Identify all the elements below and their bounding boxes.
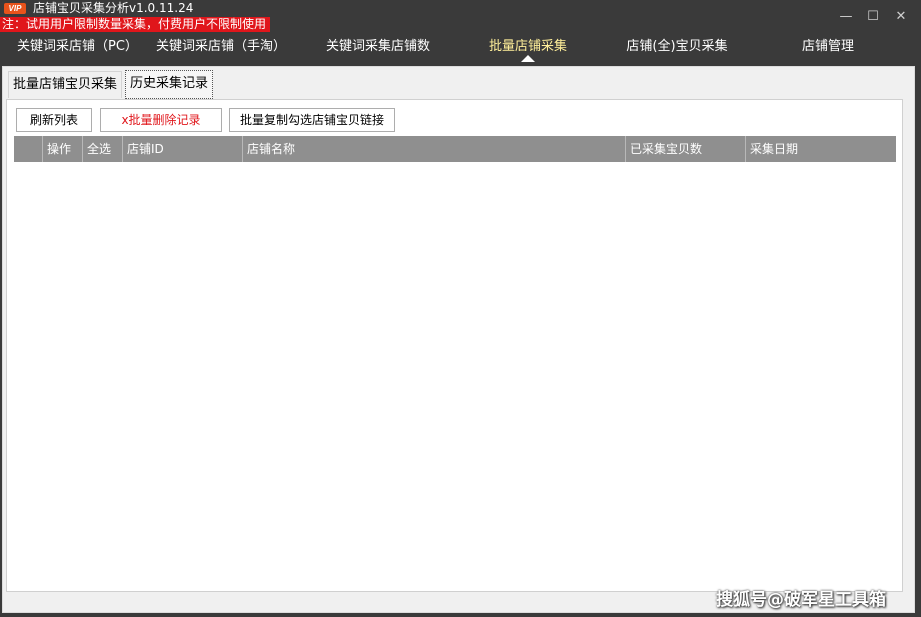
title-bar: VIP 店铺宝贝采集分析v1.0.11.24 注：试用用户限制数量采集，付费用户… bbox=[0, 0, 921, 34]
column-header-action: 操作 bbox=[43, 136, 83, 162]
watermark: 搜狐号@破军星工具箱 bbox=[716, 590, 886, 610]
column-header-indicator bbox=[14, 136, 43, 162]
menu-keyword-shop-mobile[interactable]: 关键词采店铺（手淘） bbox=[156, 38, 286, 62]
column-header-collect-date[interactable]: 采集日期 bbox=[746, 136, 896, 162]
main-menu: 关键词采店铺（PC） 关键词采店铺（手淘） 关键词采集店铺数 批量店铺采集 店铺… bbox=[0, 34, 921, 66]
menu-label: 批量店铺采集 bbox=[488, 39, 567, 54]
select-all-checkbox[interactable]: 全选 bbox=[83, 136, 123, 162]
batch-delete-button[interactable]: x批量删除记录 bbox=[100, 108, 222, 132]
column-header-shop-name[interactable]: 店铺名称 bbox=[243, 136, 626, 162]
column-header-shop-id[interactable]: 店铺ID bbox=[123, 136, 243, 162]
minimize-button[interactable]: — bbox=[838, 9, 854, 25]
menu-shop-all-items[interactable]: 店铺(全)宝贝采集 bbox=[622, 38, 732, 62]
close-button[interactable]: ✕ bbox=[893, 9, 909, 25]
table-body bbox=[14, 162, 896, 590]
maximize-button[interactable]: ☐ bbox=[865, 9, 881, 25]
menu-label: 关键词采店铺（PC） bbox=[17, 39, 138, 54]
copy-links-button[interactable]: 批量复制勾选店铺宝贝链接 bbox=[229, 108, 395, 132]
trial-notice: 注：试用用户限制数量采集，付费用户不限制使用 bbox=[0, 17, 271, 32]
history-panel: 刷新列表 x批量删除记录 批量复制勾选店铺宝贝链接 操作 全选 店铺ID 店铺名… bbox=[6, 99, 903, 592]
menu-keyword-shop-count[interactable]: 关键词采集店铺数 bbox=[323, 38, 433, 62]
menu-label: 店铺管理 bbox=[801, 39, 854, 54]
refresh-button[interactable]: 刷新列表 bbox=[16, 108, 92, 132]
tab-history-records[interactable]: 历史采集记录 bbox=[125, 70, 214, 99]
content-area: 批量店铺宝贝采集 历史采集记录 刷新列表 x批量删除记录 批量复制勾选店铺宝贝链… bbox=[2, 66, 915, 613]
menu-label: 关键词采集店铺数 bbox=[325, 39, 430, 54]
menu-label: 关键词采店铺（手淘） bbox=[156, 39, 287, 54]
active-caret-icon bbox=[521, 55, 535, 62]
menu-batch-shop-collect[interactable]: 批量店铺采集 bbox=[486, 38, 570, 62]
menu-keyword-shop-pc[interactable]: 关键词采店铺（PC） bbox=[17, 38, 138, 62]
column-header-item-count[interactable]: 已采集宝贝数 bbox=[626, 136, 746, 162]
menu-shop-management[interactable]: 店铺管理 bbox=[799, 38, 857, 62]
menu-label: 店铺(全)宝贝采集 bbox=[626, 39, 728, 54]
app-title: 店铺宝贝采集分析v1.0.11.24 bbox=[33, 1, 194, 15]
tab-batch-shop-items[interactable]: 批量店铺宝贝采集 bbox=[8, 71, 123, 98]
table-header: 操作 全选 店铺ID 店铺名称 已采集宝贝数 采集日期 bbox=[14, 136, 896, 162]
vip-logo: VIP bbox=[4, 3, 26, 14]
